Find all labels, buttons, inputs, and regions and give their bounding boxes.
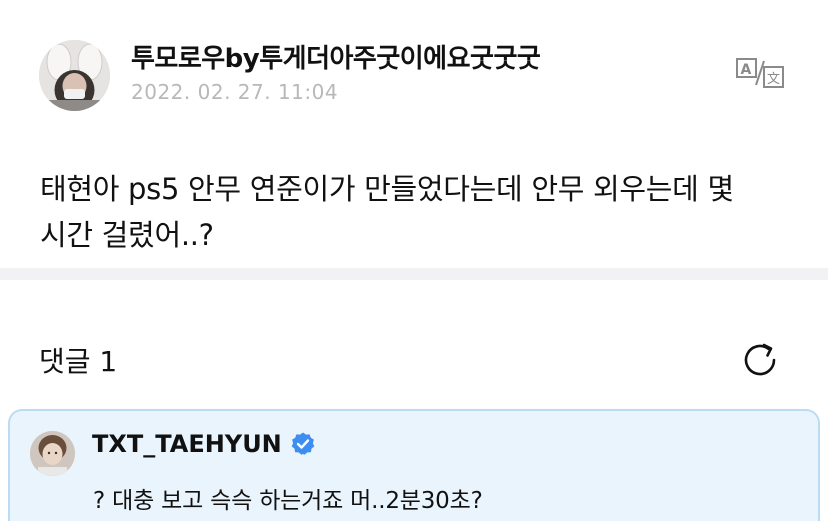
comment-item[interactable]: TXT_TAEHYUN ? 대충 보고 슥슥 하는거죠 머..2분30초? (8, 409, 820, 521)
commenter-avatar[interactable] (30, 431, 75, 476)
post-body: 태현아 ps5 안무 연준이가 만들었다는데 안무 외우는데 몇 시간 걸렸어.… (40, 166, 800, 258)
author-name[interactable]: 투모로우by투게더아주굿이에요굿굿굿 (131, 38, 541, 75)
refresh-icon (744, 343, 776, 376)
comments-header: 댓글 1 (0, 280, 828, 406)
svg-text:A: A (741, 62, 752, 78)
comment-text: ? 대충 보고 슥슥 하는거죠 머..2분30초? (93, 488, 483, 514)
author-avatar[interactable] (39, 40, 110, 111)
comments-count-title: 댓글 1 (39, 345, 118, 378)
translate-icon: A 文 (736, 58, 784, 88)
post-timestamp: 2022. 02. 27. 11:04 (131, 80, 339, 104)
refresh-comments-button[interactable] (740, 340, 780, 380)
translate-button[interactable]: A 文 (734, 55, 786, 91)
svg-text:文: 文 (767, 72, 780, 87)
comment-author-row: TXT_TAEHYUN (92, 430, 316, 458)
commenter-avatar-image (30, 431, 75, 476)
post-body-line-2: 시간 걸렸어..? (40, 218, 214, 252)
comment-author-name[interactable]: TXT_TAEHYUN (92, 430, 282, 458)
post-body-line-1: 태현아 ps5 안무 연준이가 만들었다는데 안무 외우는데 몇 (40, 172, 734, 206)
fan-post-screen: 투모로우by투게더아주굿이에요굿굿굿 2022. 02. 27. 11:04 A… (0, 0, 828, 521)
post-header: 투모로우by투게더아주굿이에요굿굿굿 2022. 02. 27. 11:04 A… (0, 0, 828, 140)
section-divider (0, 268, 828, 280)
verified-badge-icon (290, 431, 316, 457)
author-avatar-image (39, 40, 110, 111)
